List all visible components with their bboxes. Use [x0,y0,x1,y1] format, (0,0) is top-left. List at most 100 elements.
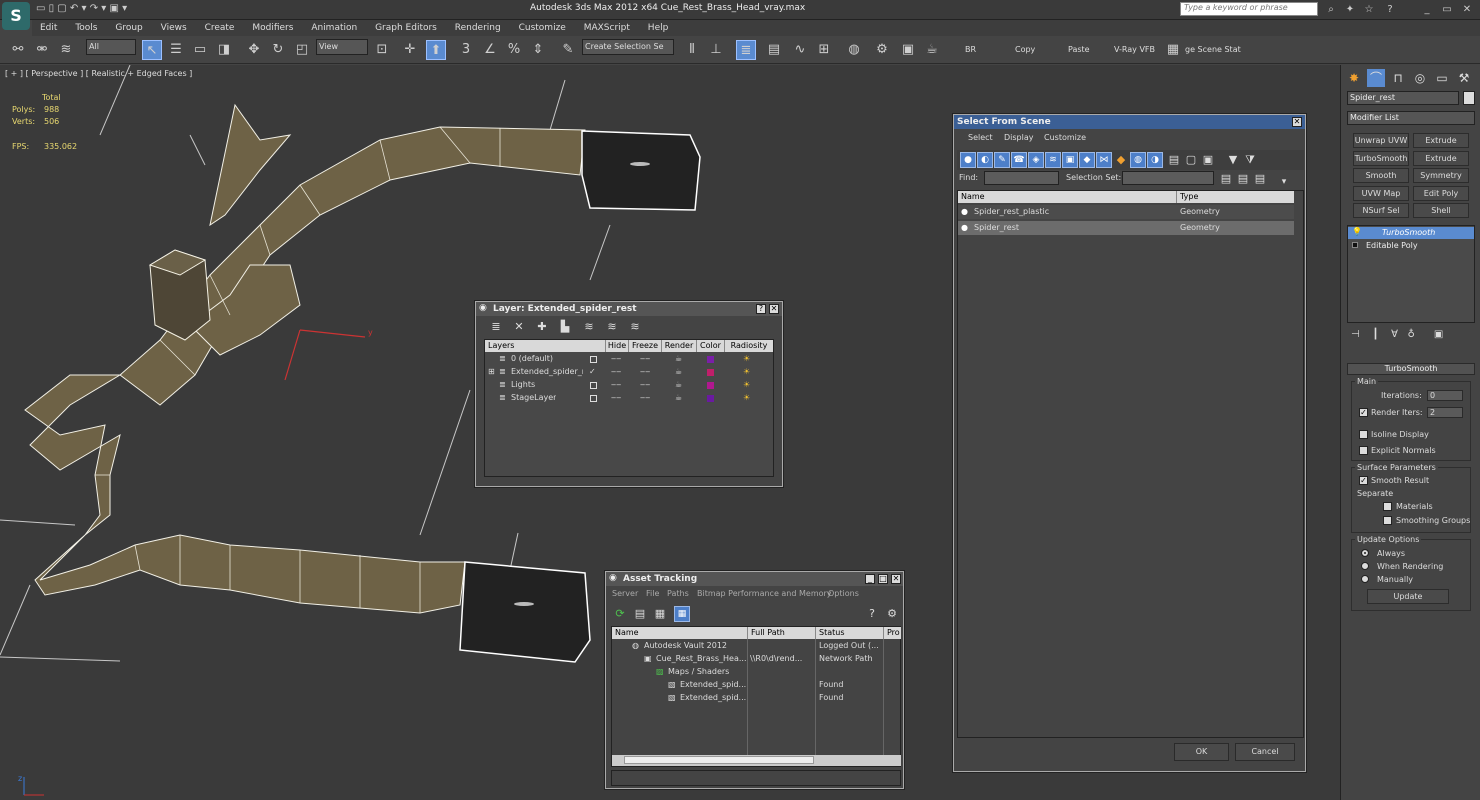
radiosity-icon[interactable]: ☀ [743,392,750,404]
close-icon[interactable]: ✕ [1292,117,1302,127]
render-setup-icon[interactable]: ⚙ [872,40,892,60]
hide-toggle[interactable]: ‒‒ [611,366,621,378]
display-frozen-icon[interactable]: ◍ [1130,152,1146,168]
freeze-toggle[interactable]: ‒‒ [640,379,650,391]
freeze-toggle[interactable]: ‒‒ [640,353,650,365]
modifier-button-extrude-2[interactable]: Extrude [1413,151,1469,166]
always-radio[interactable] [1361,549,1369,557]
hierarchy-tab-icon[interactable]: ⊓ [1389,69,1407,87]
minimize-icon[interactable]: _ [865,574,875,584]
radiosity-icon[interactable]: ☀ [743,353,750,365]
display-shapes-icon[interactable]: ◐ [977,152,993,168]
sync-selection-icon[interactable]: ▼ [1225,152,1241,168]
scene-state-icon[interactable]: ▦ [1163,40,1183,60]
table-view-icon[interactable]: ▦ [652,606,668,622]
quick-access-toolbar[interactable]: ▭ ▯ ▢ ↶ ▾ ↷ ▾ ▣ ▾ [36,3,127,14]
menu-group[interactable]: Group [115,20,142,36]
close-icon[interactable]: ✕ [769,304,779,314]
select-dependents-icon[interactable]: ⧩ [1242,152,1258,168]
list-view-icon[interactable]: ▤ [632,606,648,622]
freeze-toggle[interactable]: ‒‒ [640,366,650,378]
app-logo-icon[interactable]: S [2,2,30,30]
hide-toggle[interactable]: ‒‒ [611,392,621,404]
modifier-button-symmetry[interactable]: Symmetry [1413,168,1469,183]
asset-row[interactable]: ◍ Autodesk Vault 2012 Logged Out (... [612,640,901,653]
layer-color-swatch[interactable] [707,356,714,363]
pivot-center-icon[interactable]: ⊡ [372,40,392,60]
vray-vfb-button[interactable]: V-Ray VFB [1114,45,1155,54]
highlight-layer-icon[interactable]: ≋ [581,319,597,335]
options-icon[interactable]: ▾ [1276,174,1292,190]
modifier-button-nsurf-sel[interactable]: NSurf Sel [1353,203,1409,218]
collapse-toggle-icon[interactable] [1352,242,1358,248]
teapot-icon[interactable]: ☕ [675,379,682,391]
display-cameras-icon[interactable]: ☎ [1011,152,1027,168]
modifier-button-unwrap-uvw[interactable]: Unwrap UVW [1353,133,1409,148]
isoline-checkbox[interactable] [1359,430,1368,439]
settings-icon[interactable]: ⚙ [884,606,900,622]
freeze-toggle[interactable]: ‒‒ [640,392,650,404]
material-editor-icon[interactable]: ◍ [844,40,864,60]
hide-all-icon[interactable]: ≋ [604,319,620,335]
display-groups-icon[interactable]: ▣ [1062,152,1078,168]
select-dialog-title[interactable]: Select From Scene [954,115,1305,129]
menu-maxscript[interactable]: MAXScript [584,20,630,36]
menu-server[interactable]: Server [612,589,638,598]
current-layer-box[interactable] [590,382,597,389]
teapot-icon[interactable]: ☕ [675,392,682,404]
col-type[interactable]: Type [1176,191,1294,203]
smoothing-groups-checkbox[interactable] [1383,516,1392,525]
hide-toggle[interactable]: ‒‒ [611,353,621,365]
layer-row[interactable]: ≣ 0 (default) ‒‒ ‒‒ ☕ ☀ [485,353,773,366]
menu-file[interactable]: File [646,589,659,598]
comm-center-icon[interactable]: ✦ [1343,3,1357,17]
freeze-all-icon[interactable]: ≋ [627,319,643,335]
menu-customize[interactable]: Customize [519,20,566,36]
turbosmooth-rollout-header[interactable]: TurboSmooth [1347,363,1475,375]
selection-filter-dropdown[interactable]: All [86,39,136,55]
rotate-icon[interactable]: ↻ [268,40,288,60]
layer-color-swatch[interactable] [707,382,714,389]
cancel-button[interactable]: Cancel [1235,743,1295,761]
layer-row[interactable]: ⊞ ≣ Extended_spider_re ✓ ‒‒ ‒‒ ☕ ☀ [485,366,773,379]
object-name-field[interactable]: Spider_rest [1347,91,1459,105]
col-radiosity[interactable]: Radiosity [724,340,773,352]
menu-tools[interactable]: Tools [75,20,97,36]
layer-dialog-title[interactable]: Layer: Extended_spider_rest [476,302,782,316]
menu-rendering[interactable]: Rendering [455,20,501,36]
help-icon[interactable]: ? [864,606,880,622]
col-render[interactable]: Render [661,340,696,352]
close-icon[interactable]: ✕ [891,574,901,584]
menu-animation[interactable]: Animation [311,20,357,36]
layer-manager-icon[interactable]: ≣ [736,40,756,60]
viewport-label[interactable]: [ + ] [ Perspective ] [ Realistic + Edge… [5,69,192,78]
align-icon[interactable]: ⊥ [706,40,726,60]
select-object-icon[interactable]: ↖ [142,40,162,60]
display-hidden-icon[interactable]: ◑ [1147,152,1163,168]
explicit-normals-checkbox[interactable] [1359,446,1368,455]
col-hide[interactable]: Hide [605,340,628,352]
help-icon[interactable]: ? [756,304,766,314]
maximize-icon[interactable]: □ [878,574,888,584]
col-full-path[interactable]: Full Path [747,627,815,639]
hide-toggle[interactable]: ‒‒ [611,379,621,391]
manually-radio[interactable] [1361,575,1369,583]
scrollbar-thumb[interactable] [624,756,814,764]
grid-view-icon[interactable]: ▦ [674,606,690,622]
close-icon[interactable]: ✕ [1460,3,1474,17]
display-tab-icon[interactable]: ▭ [1433,69,1451,87]
paste-button[interactable]: Paste [1068,45,1090,54]
refresh-icon[interactable]: ⟳ [612,606,628,622]
bind-space-warp-icon[interactable]: ≋ [56,40,76,60]
selection-set-dropdown[interactable] [1122,171,1214,185]
select-none-icon[interactable]: ▤ [1235,171,1251,187]
create-tab-icon[interactable]: ✸ [1345,69,1363,87]
menu-select[interactable]: Select [968,133,993,142]
select-in-layer-icon[interactable]: ▙ [557,319,573,335]
restore-icon[interactable]: ▭ [1440,3,1454,17]
reference-coordinate-dropdown[interactable]: View [316,39,368,55]
current-layer-box[interactable] [590,356,597,363]
col-name[interactable]: Name [612,627,747,639]
favorites-icon[interactable]: ☆ [1362,3,1376,17]
create-layer-icon[interactable]: ≣ [488,319,504,335]
